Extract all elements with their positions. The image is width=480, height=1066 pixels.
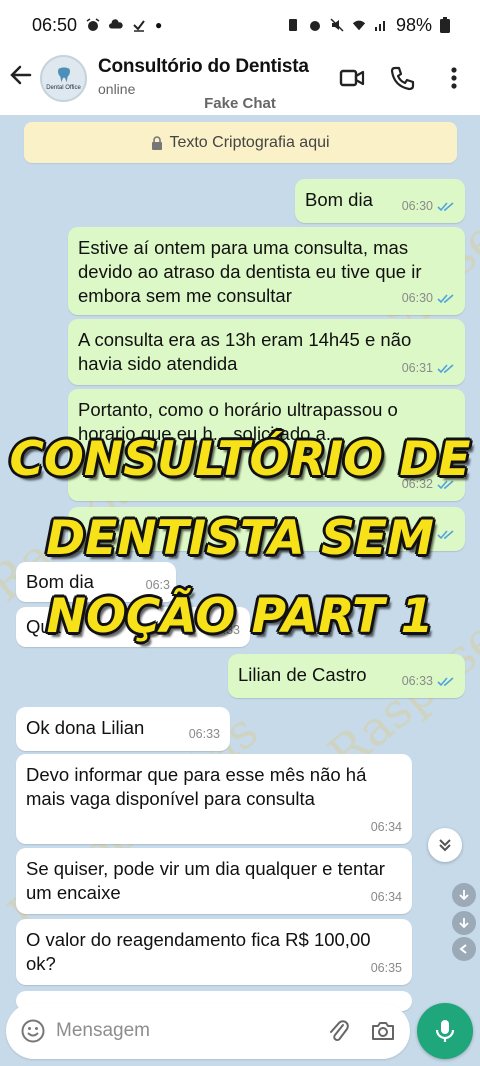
attach-icon[interactable]	[326, 1018, 352, 1044]
cloud-icon	[109, 19, 123, 29]
reply-button[interactable]	[452, 937, 476, 961]
voice-message-button[interactable]	[417, 1003, 473, 1059]
message-time: 06:33	[188, 727, 220, 741]
emoji-icon[interactable]	[20, 1018, 46, 1044]
wifi-icon	[352, 20, 366, 31]
phone-call-icon[interactable]	[389, 64, 417, 92]
read-ticks-icon	[437, 676, 454, 686]
alarm-icon	[309, 21, 320, 31]
message-text: O valor do reagendamento fica R$ 100,00 …	[26, 929, 371, 974]
message-text: Devo informar que para esse mês não há m…	[26, 764, 367, 809]
message-text: A consulta era as 13h eram 14h45 e não h…	[78, 329, 412, 374]
tooth-icon	[57, 67, 70, 83]
encryption-notice[interactable]: Texto Criptografia aqui	[24, 122, 457, 163]
message-input[interactable]	[56, 1020, 326, 1042]
signal-icon	[374, 21, 385, 31]
overlay-caption-line-3: NOÇÃO PART 1	[46, 589, 434, 644]
message-time: 06:33	[401, 674, 433, 688]
arrow-down-icon	[459, 890, 469, 901]
lock-icon	[152, 135, 163, 150]
mute-icon	[330, 18, 344, 32]
status-bar: 06:50 ● 98%	[0, 0, 480, 50]
read-ticks-icon	[437, 201, 454, 211]
check-icon	[133, 20, 145, 32]
message-time: 06:35	[370, 961, 402, 975]
message-outgoing[interactable]: Bom dia 06:30	[295, 179, 465, 223]
message-outgoing[interactable]: Lilian de Castro 06:33	[228, 654, 465, 698]
message-time: 06:31	[401, 361, 433, 375]
scroll-to-bottom-button[interactable]	[428, 828, 462, 862]
camera-icon[interactable]	[370, 1018, 396, 1044]
dot-icon: ●	[155, 18, 163, 32]
read-ticks-icon	[437, 363, 454, 373]
message-incoming[interactable]: Ok dona Lilian 06:33	[16, 707, 230, 751]
double-chevron-down-icon	[439, 839, 451, 852]
chevron-left-icon	[459, 944, 467, 954]
message-incoming[interactable]: Devo informar que para esse mês não há m…	[16, 754, 412, 844]
avatar-label: Dental Office	[46, 85, 81, 91]
alarm-icon	[86, 18, 100, 31]
message-time: 06:34	[370, 820, 402, 834]
message-text: Se quiser, pode vir um dia qualquer e te…	[26, 858, 385, 903]
back-arrow-icon[interactable]	[8, 62, 34, 88]
app-subtitle: Fake Chat	[204, 95, 276, 112]
scroll-button[interactable]	[452, 911, 476, 935]
overlay-caption-line-1: CONSULTÓRIO DE	[9, 432, 471, 487]
message-outgoing[interactable]: Estive aí ontem para uma consulta, mas d…	[68, 227, 465, 315]
battery-percent: 98%	[395, 14, 432, 35]
scroll-button[interactable]	[452, 883, 476, 907]
encryption-text: Texto Criptografia aqui	[169, 133, 330, 151]
battery-saver-icon	[288, 19, 297, 31]
message-composer	[6, 1003, 410, 1059]
video-call-icon[interactable]	[338, 64, 366, 92]
message-incoming[interactable]: Se quiser, pode vir um dia qualquer e te…	[16, 848, 412, 914]
microphone-icon	[435, 1020, 455, 1042]
message-time: 06:30	[401, 199, 433, 213]
message-text: Estive aí ontem para uma consulta, mas d…	[78, 237, 422, 306]
contact-name[interactable]: Consultório do Dentista	[98, 56, 309, 78]
chat-header: Dental Office Consultório do Dentista on…	[0, 50, 480, 115]
arrow-down-icon	[459, 918, 469, 929]
status-time: 06:50	[32, 14, 78, 35]
chat-area[interactable]: Rasposentas Rasposentas Rasposentas Rasp…	[0, 115, 480, 1066]
battery-icon	[440, 17, 450, 33]
message-time: 06:34	[370, 890, 402, 904]
message-incoming[interactable]: O valor do reagendamento fica R$ 100,00 …	[16, 919, 412, 985]
more-options-icon[interactable]	[440, 64, 468, 92]
message-outgoing[interactable]: A consulta era as 13h eram 14h45 e não h…	[68, 319, 465, 385]
overlay-caption-line-2: DENTISTA SEM	[46, 511, 434, 566]
read-ticks-icon	[437, 293, 454, 303]
message-time: 06:30	[401, 291, 433, 305]
